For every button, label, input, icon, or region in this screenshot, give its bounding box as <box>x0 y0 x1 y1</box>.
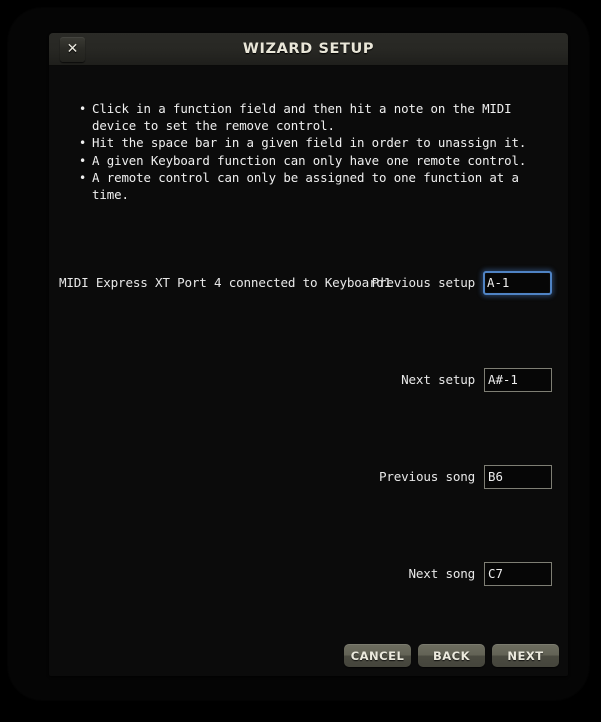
field-row-next-setup: Next setup A#-1 <box>299 368 559 392</box>
previous-song-input[interactable]: B6 <box>484 465 552 489</box>
device-bezel: ✕ WIZARD SETUP Click in a function field… <box>8 8 589 700</box>
list-item: A remote control can only be assigned to… <box>79 170 539 203</box>
field-label-previous-setup: Previous setup <box>371 275 476 290</box>
title-bar: ✕ WIZARD SETUP <box>49 33 568 66</box>
field-label-next-song: Next song <box>408 566 476 581</box>
list-item: Click in a function field and then hit a… <box>79 101 539 134</box>
field-label-next-setup: Next setup <box>401 372 475 387</box>
field-label-previous-song: Previous song <box>379 469 475 484</box>
field-row-previous-setup: Previous setup A-1 <box>299 271 559 295</box>
cancel-button[interactable]: CANCEL <box>344 644 411 667</box>
field-row-previous-song: Previous song B6 <box>299 465 559 489</box>
list-item: A given Keyboard function can only have … <box>79 153 539 170</box>
next-setup-input[interactable]: A#-1 <box>484 368 552 392</box>
list-item: Hit the space bar in a given field in or… <box>79 135 539 152</box>
instructions-list: Click in a function field and then hit a… <box>79 101 539 204</box>
back-button[interactable]: BACK <box>418 644 485 667</box>
dialog-button-bar: CANCEL BACK NEXT <box>344 644 559 667</box>
field-row-next-song: Next song C7 <box>299 562 559 586</box>
next-button[interactable]: NEXT <box>492 644 559 667</box>
page-title: WIZARD SETUP <box>242 41 375 57</box>
previous-setup-input[interactable]: A-1 <box>483 271 552 295</box>
next-song-input[interactable]: C7 <box>484 562 552 586</box>
wizard-setup-dialog: ✕ WIZARD SETUP Click in a function field… <box>49 33 568 676</box>
dialog-body: Click in a function field and then hit a… <box>49 66 568 676</box>
